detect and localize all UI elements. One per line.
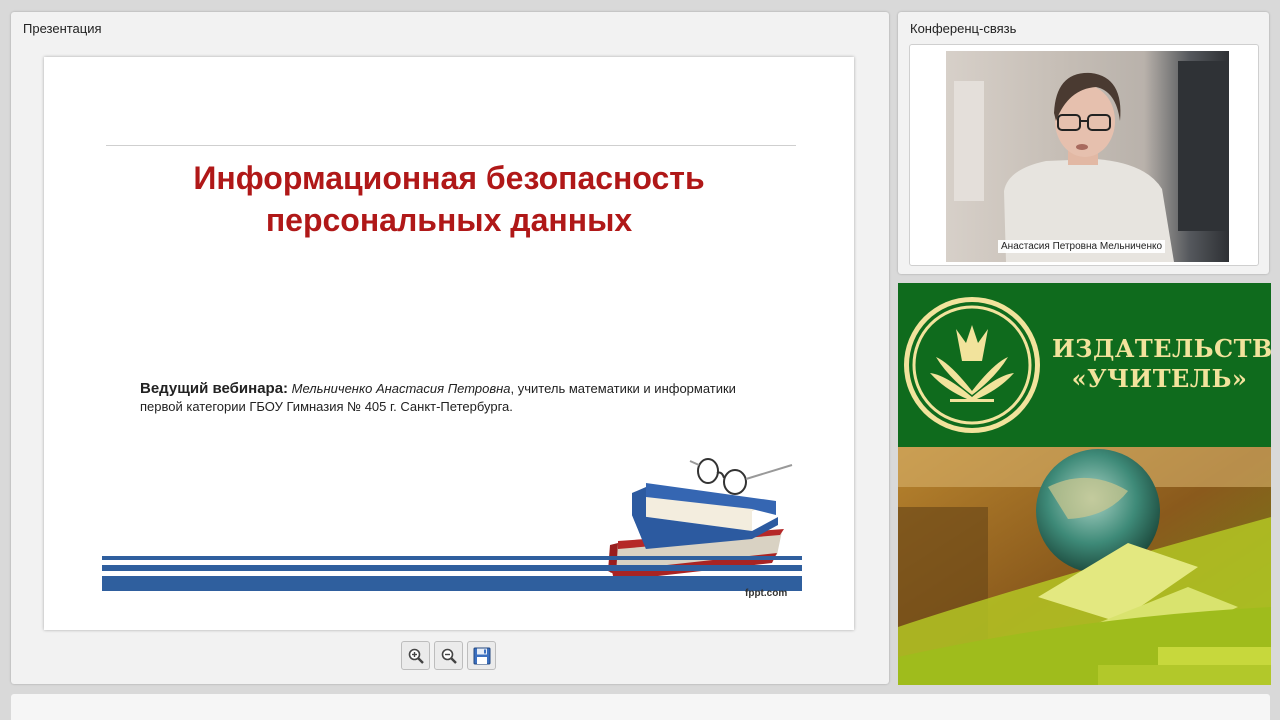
save-button[interactable] xyxy=(467,641,496,670)
slide-footer-credit: fppt.com xyxy=(745,588,788,599)
presenter-label: Ведущий вебинара: xyxy=(140,380,289,397)
conference-panel-title: Конференц-связь xyxy=(910,21,1017,36)
presenter-webcam-image xyxy=(954,61,1229,262)
slide-title-line1: Информационная безопасность xyxy=(193,160,705,196)
slide-title-line2: персональных данных xyxy=(265,202,633,238)
presentation-panel-title: Презентация xyxy=(23,21,102,36)
publisher-name-line2: «УЧИТЕЛЬ» xyxy=(1071,364,1248,393)
banner-header: ИЗДАТЕЛЬСТВО «УЧИТЕЛЬ» xyxy=(898,283,1271,447)
zoom-out-icon xyxy=(441,648,457,664)
banner-books-photo xyxy=(898,447,1271,685)
publisher-name-line1: ИЗДАТЕЛЬСТВО xyxy=(1052,334,1271,363)
slide-presenter-info: Ведущий вебинара: Мельниченко Анастасия … xyxy=(140,380,780,416)
presenter-name: Мельниченко Анастасия Петровна xyxy=(291,381,511,396)
presentation-slide: Информационная безопасность персональных… xyxy=(44,57,854,630)
participant-name-tag: Анастасия Петровна Мельниченко xyxy=(998,240,1166,253)
bottom-panel xyxy=(11,694,1270,720)
publisher-banner[interactable]: ИЗДАТЕЛЬСТВО «УЧИТЕЛЬ» xyxy=(898,283,1271,685)
zoom-in-button[interactable] xyxy=(401,641,430,670)
publisher-logo-icon xyxy=(904,297,1040,433)
zoom-out-button[interactable] xyxy=(434,641,463,670)
books-globe-image xyxy=(898,447,1271,685)
slide-divider xyxy=(106,145,796,146)
slide-footer-stripes xyxy=(102,556,802,591)
slide-title: Информационная безопасность персональных… xyxy=(44,157,854,241)
webcam-video[interactable]: Анастасия Петровна Мельниченко xyxy=(946,51,1229,262)
conference-panel: Конференц-связь Анастасия Петровна Мельн… xyxy=(898,12,1269,274)
presentation-panel: Презентация Информационная безопасность … xyxy=(11,12,889,684)
zoom-in-icon xyxy=(408,648,424,664)
floppy-disk-icon xyxy=(473,647,490,664)
presentation-toolbar xyxy=(401,641,496,670)
video-container: Анастасия Петровна Мельниченко xyxy=(909,44,1259,266)
publisher-name: ИЗДАТЕЛЬСТВО «УЧИТЕЛЬ» xyxy=(1052,334,1271,394)
